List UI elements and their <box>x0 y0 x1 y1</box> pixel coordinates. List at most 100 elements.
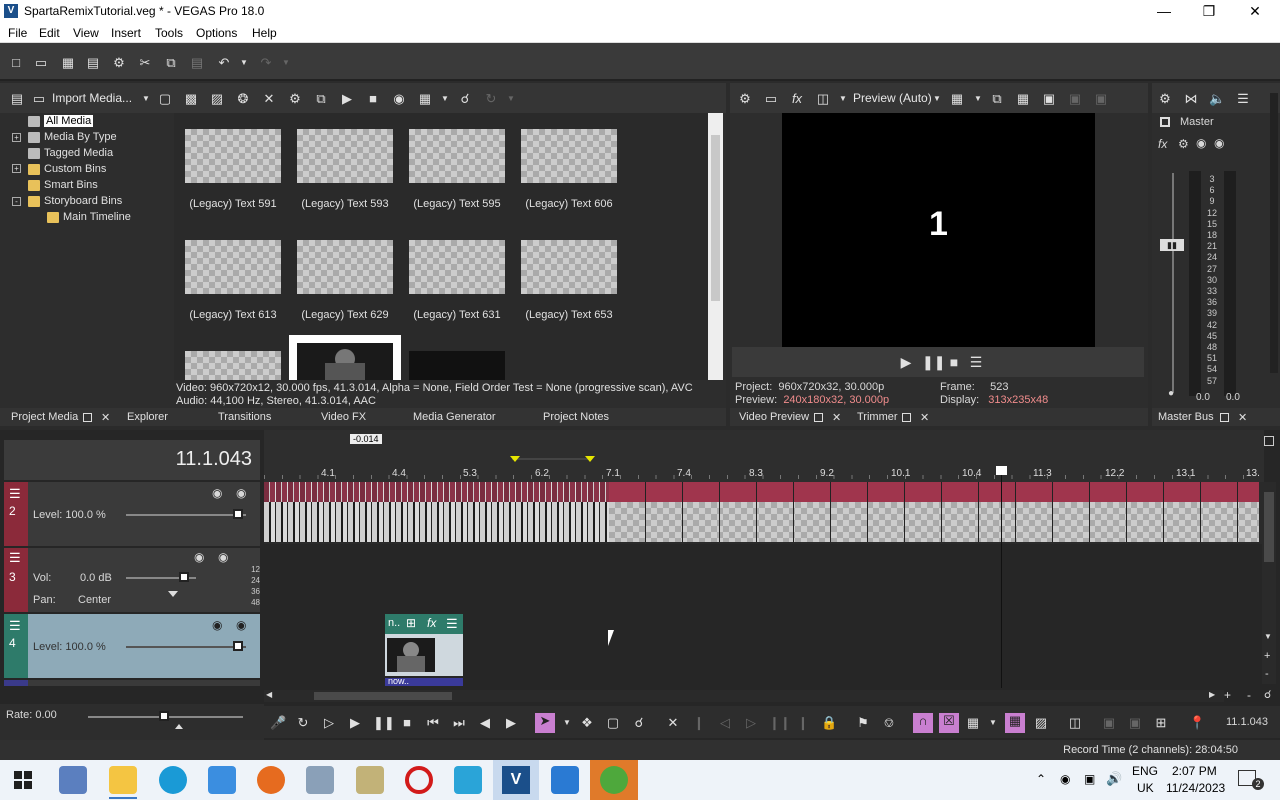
file-explorer-app-icon[interactable] <box>109 766 137 794</box>
split-trim-icon[interactable]: ❙ <box>795 715 811 731</box>
import-dropdown-icon[interactable]: ▼ <box>138 91 154 107</box>
mixer-icon[interactable]: ☰ <box>1235 91 1251 107</box>
master-fx-icon[interactable]: fx <box>1158 137 1167 151</box>
media-thumb[interactable] <box>185 240 281 294</box>
group-icon[interactable]: ▣ <box>1101 715 1117 731</box>
collapse-storyboard-icon[interactable]: - <box>12 197 21 206</box>
capture-icon[interactable]: ▢ <box>157 91 173 107</box>
get-media-icon[interactable]: ▩ <box>183 91 199 107</box>
track-2-lane[interactable] <box>264 482 1264 544</box>
import-icon[interactable]: ▭ <box>31 91 47 107</box>
zoom-out-v-icon[interactable]: - <box>1265 668 1269 680</box>
overlays-dropdown-icon[interactable]: ▼ <box>970 91 986 107</box>
track-mute-icon[interactable]: ◉ <box>212 618 222 632</box>
tree-media-by-type[interactable]: Media By Type <box>28 131 117 143</box>
timeline-hscroll[interactable]: ◀ ▶ <box>264 690 1224 702</box>
split-dropdown-icon[interactable]: ▼ <box>835 91 851 107</box>
insert-region-icon[interactable]: ⎊ <box>881 715 897 731</box>
auto-ripple-icon[interactable]: ◫ <box>1067 715 1083 731</box>
preview-properties-icon[interactable]: ⚙ <box>737 91 753 107</box>
float-icon[interactable] <box>814 411 823 423</box>
generic-app-icon[interactable] <box>306 766 334 794</box>
tree-tagged-media[interactable]: Tagged Media <box>28 147 113 159</box>
media-thumb[interactable] <box>409 129 505 183</box>
media-properties-icon[interactable]: ⚙ <box>287 91 303 107</box>
paste-icon[interactable]: ▤ <box>189 55 205 71</box>
playhead-handle[interactable] <box>996 466 1007 475</box>
edge-app-icon[interactable] <box>159 766 187 794</box>
tree-custom-bins[interactable]: Custom Bins <box>28 163 106 175</box>
vscode-app-icon[interactable] <box>551 766 579 794</box>
record-icon[interactable]: 🎤 <box>270 715 286 731</box>
media-scrollbar[interactable] <box>708 113 723 380</box>
insert-marker-icon[interactable]: ⚑ <box>855 715 871 731</box>
vegas-taskbar-active[interactable]: V <box>493 760 539 800</box>
float-icon[interactable] <box>1220 411 1229 423</box>
open-icon[interactable]: ▭ <box>33 55 49 71</box>
vol-slider-knob[interactable] <box>179 572 189 582</box>
rate-reset-icon[interactable] <box>175 724 183 729</box>
firefox-app-icon[interactable] <box>257 766 285 794</box>
loop-end-icon[interactable] <box>585 456 595 462</box>
language-top[interactable]: ENG <box>1132 764 1158 778</box>
split-icon[interactable]: ❙❙ <box>769 715 791 731</box>
ripple-dropdown-icon[interactable]: ▼ <box>985 715 1001 731</box>
level-slider-track[interactable] <box>126 514 246 516</box>
tree-storyboard-bins[interactable]: Storyboard Bins <box>28 195 122 207</box>
minimize-button[interactable]: — <box>1144 2 1184 20</box>
downmix-icon[interactable]: ⋈ <box>1183 91 1199 107</box>
dim-icon[interactable]: 🔈 <box>1209 91 1225 107</box>
media-thumb[interactable] <box>521 129 617 183</box>
maximize-button[interactable]: ❐ <box>1189 2 1229 20</box>
tab-master-bus[interactable]: Master Bus <box>1158 411 1214 423</box>
media-thumb-selected[interactable] <box>289 335 401 380</box>
store-app-icon[interactable] <box>208 766 236 794</box>
clock-date[interactable]: 11/24/2023 <box>1166 781 1225 795</box>
track-solo-icon[interactable]: ◉ <box>236 618 246 632</box>
views-icon[interactable]: ▦ <box>417 91 433 107</box>
cut-icon[interactable]: ✂ <box>137 55 153 71</box>
media-web-icon[interactable]: ❂ <box>235 91 251 107</box>
clip-menu-icon[interactable]: ☰ <box>446 616 458 632</box>
undo-icon[interactable]: ↶ <box>216 55 232 71</box>
quality-dropdown-icon[interactable]: ▼ <box>929 91 945 107</box>
zoom-in-h-icon[interactable]: + <box>1224 688 1231 702</box>
search-media-icon[interactable]: ☌ <box>457 91 473 107</box>
master-scrollbar[interactable] <box>1270 93 1278 373</box>
menu-view[interactable]: View <box>73 26 99 40</box>
app-icon[interactable] <box>356 766 384 794</box>
tab-trimmer[interactable]: Trimmer <box>857 411 898 423</box>
track-header[interactable]: ☰ 3 ◉ ◉ Vol: 0.0 dB Pan: Center 12 24 36… <box>4 548 260 612</box>
preview-stop-icon[interactable]: ■ <box>946 354 962 370</box>
tab-explorer[interactable]: Explorer <box>127 411 168 423</box>
rate-slider-knob[interactable] <box>159 711 169 721</box>
track-menu-icon[interactable]: ☰ <box>9 550 21 566</box>
tab-project-notes[interactable]: Project Notes <box>543 411 609 423</box>
track-menu-icon[interactable]: ☰ <box>9 618 21 634</box>
selection-tool-icon[interactable]: ▢ <box>605 715 621 731</box>
media-thumb[interactable] <box>185 351 281 380</box>
snapping-icon[interactable]: ∩ <box>913 713 933 733</box>
next-frame-icon[interactable]: ▶ <box>503 715 519 731</box>
meet-icon[interactable]: ◉ <box>1060 772 1070 786</box>
media-thumb[interactable] <box>185 129 281 183</box>
timeline-tools-icon[interactable]: ⊞ <box>1153 715 1169 731</box>
network-icon[interactable]: ▣ <box>1084 772 1095 786</box>
ignore-grouping-icon[interactable]: ▨ <box>1033 715 1049 731</box>
envelope-tool-icon[interactable]: ❖ <box>579 715 595 731</box>
split-screen-icon[interactable]: ◫ <box>815 91 831 107</box>
marker-tool-icon[interactable]: 📍 <box>1189 715 1205 731</box>
tab-video-preview[interactable]: Video Preview <box>739 411 809 423</box>
level-slider-knob[interactable] <box>233 509 243 519</box>
delete-icon[interactable]: ✕ <box>665 715 681 731</box>
undo-dropdown-icon[interactable]: ▼ <box>236 55 252 71</box>
close-icon[interactable]: ✕ <box>920 411 929 424</box>
zoom-icon[interactable]: ☌ <box>1264 688 1271 701</box>
preview-menu-icon[interactable]: ☰ <box>968 354 984 370</box>
save-icon[interactable]: ▦ <box>60 55 76 71</box>
crop-icon[interactable]: ⊞ <box>406 616 416 630</box>
tab-video-fx[interactable]: Video FX <box>321 411 366 423</box>
new-icon[interactable]: □ <box>8 55 24 71</box>
menu-file[interactable]: File <box>8 26 27 40</box>
edit-tool-dropdown-icon[interactable]: ▼ <box>559 715 575 731</box>
